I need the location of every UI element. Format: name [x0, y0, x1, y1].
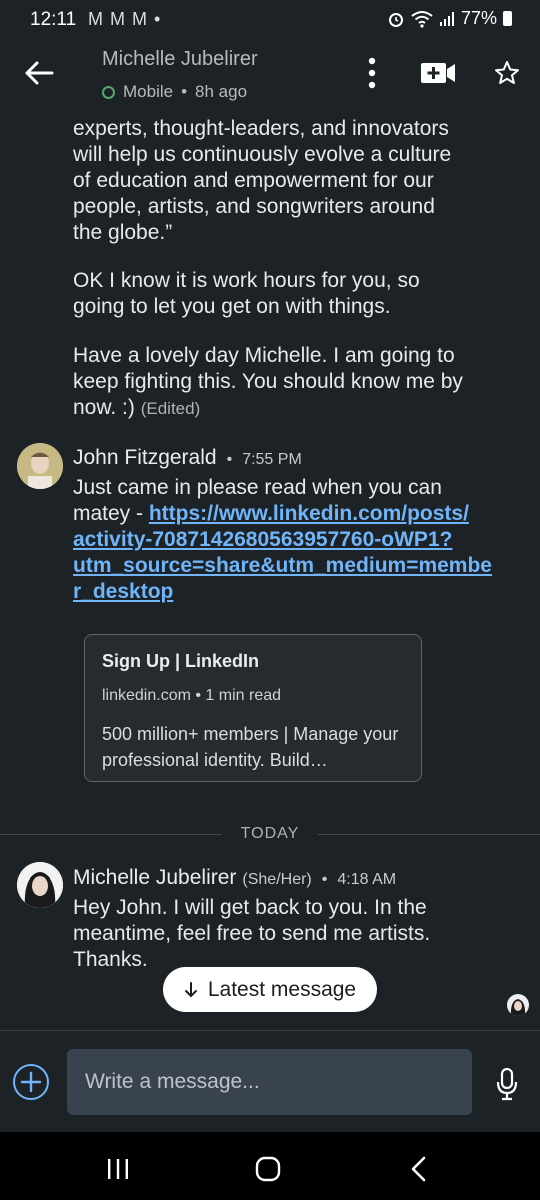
avatar[interactable]	[17, 862, 63, 908]
date-divider: TODAY	[0, 820, 540, 850]
message-line: will help us continuously evolve a cultu…	[73, 143, 452, 166]
card-title: Sign Up | LinkedIn	[102, 651, 260, 671]
separator-dot: •	[226, 451, 233, 468]
edited-label: (Edited)	[140, 399, 201, 418]
sender-pronouns: (She/Her)	[242, 871, 312, 888]
more-vertical-icon[interactable]	[360, 56, 384, 90]
wifi-icon	[411, 10, 433, 28]
message-line: keep fighting this. You should know me b…	[73, 370, 463, 393]
arrow-down-icon	[184, 981, 197, 997]
latest-message-label: Latest message	[207, 977, 357, 1001]
message-line: matey - https://www.linkedin.com/posts/	[73, 501, 513, 527]
presence-label: Mobile	[123, 82, 174, 101]
message-header: John Fitzgerald • 7:55 PM	[73, 446, 302, 470]
status-right: 77%	[387, 8, 512, 29]
message-time: 7:55 PM	[242, 451, 302, 468]
message-paragraph: OK I know it is work hours for you, so g…	[73, 268, 513, 320]
conversation-header: Michelle Jubelirer Mobile • 8h ago	[0, 38, 540, 110]
person-avatar-icon	[17, 443, 63, 489]
message-text: matey -	[73, 502, 149, 525]
alarm-icon	[388, 12, 403, 27]
message-line: OK I know it is work hours for you, so	[73, 269, 420, 292]
message-line: Hey John. I will get back to you. In the	[73, 896, 427, 919]
message-line-last: now. :) (Edited)	[73, 395, 513, 422]
battery-icon	[503, 11, 512, 26]
message-line: utm_source=share&utm_medium=membe	[73, 553, 513, 579]
message-line: the globe.”	[73, 221, 173, 244]
back-arrow-icon[interactable]	[22, 56, 56, 90]
message-link[interactable]: utm_source=share&utm_medium=membe	[73, 554, 492, 577]
message-line: r_desktop	[73, 579, 513, 605]
plus-icon	[20, 1071, 42, 1093]
online-ring-icon	[102, 85, 115, 99]
date-divider-label: TODAY	[240, 825, 300, 842]
last-seen: 8h ago	[195, 82, 248, 101]
message-time: 4:18 AM	[337, 871, 397, 888]
message-line: Just came in please read when you can	[73, 476, 442, 499]
video-call-icon[interactable]	[420, 60, 456, 86]
message-input-wrapper	[67, 1049, 472, 1115]
link-preview-card[interactable]: Sign Up | LinkedIn linkedin.com • 1 min …	[84, 634, 422, 782]
message-line: going to let you get on with things.	[73, 295, 391, 318]
message-link[interactable]: https://www.linkedin.com/posts/	[149, 502, 469, 525]
message-line: activity-7087142680563957760-oWP1?	[73, 527, 513, 553]
seen-receipt-avatar	[507, 994, 529, 1016]
message-composer	[0, 1030, 540, 1133]
message-paragraph: Have a lovely day Michelle. I am going t…	[73, 343, 513, 422]
sender-name[interactable]: John Fitzgerald	[73, 446, 217, 470]
message-link[interactable]: activity-7087142680563957760-oWP1?	[73, 528, 452, 551]
card-description: 500 million+ members | Manage your profe…	[102, 724, 399, 770]
message-line: meantime, feel free to send me artists.	[73, 922, 431, 945]
card-meta: linkedin.com • 1 min read	[102, 687, 282, 704]
message-line: Have a lovely day Michelle. I am going t…	[73, 344, 455, 367]
nav-recents-icon[interactable]	[106, 1158, 130, 1180]
message-body: Hey John. I will get back to you. In the…	[73, 895, 513, 973]
message-line: of education and empowerment for our	[73, 169, 434, 192]
avatar[interactable]	[17, 443, 63, 489]
mic-icon[interactable]	[494, 1067, 520, 1101]
message-line: people, artists, and songwriters around	[73, 195, 435, 218]
add-attachment-button[interactable]	[13, 1064, 49, 1100]
contact-name[interactable]: Michelle Jubelirer	[102, 48, 258, 71]
status-bar: 12:11 M M M • 77%	[0, 0, 540, 38]
person-avatar-icon	[507, 994, 529, 1016]
separator-dot: •	[181, 82, 188, 101]
message-input[interactable]	[67, 1049, 472, 1115]
status-time: 12:11	[30, 9, 77, 30]
presence-line: Mobile • 8h ago	[102, 82, 247, 102]
nav-back-icon[interactable]	[409, 1156, 429, 1182]
message-link[interactable]: r_desktop	[73, 580, 173, 603]
message-line: experts, thought-leaders, and innovators	[73, 117, 449, 140]
message-line: now. :)	[73, 396, 135, 419]
system-nav-bar	[0, 1132, 540, 1200]
message-header: Michelle Jubelirer (She/Her) • 4:18 AM	[73, 866, 396, 890]
person-avatar-icon	[17, 862, 63, 908]
latest-message-button[interactable]: Latest message	[163, 967, 377, 1012]
signal-icon	[439, 11, 454, 26]
message-body: experts, thought-leaders, and innovators…	[73, 116, 513, 246]
battery-percent: 77%	[460, 8, 497, 28]
star-icon[interactable]	[494, 60, 520, 86]
nav-home-icon[interactable]	[255, 1156, 281, 1182]
message-body: Just came in please read when you can ma…	[73, 475, 513, 605]
notification-icons: M M M •	[88, 9, 162, 29]
separator-dot: •	[321, 871, 328, 888]
sender-name[interactable]: Michelle Jubelirer	[73, 866, 236, 890]
